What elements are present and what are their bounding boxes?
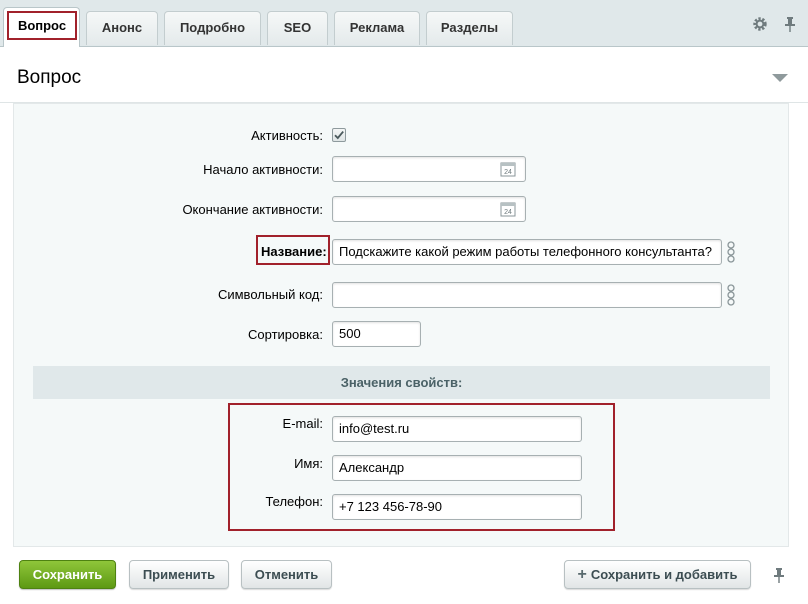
tab-podrobno[interactable]: Подробно bbox=[164, 11, 261, 45]
gear-icon[interactable] bbox=[752, 16, 768, 32]
save-button[interactable]: Сохранить bbox=[19, 560, 116, 589]
tab-razdely-label: Разделы bbox=[440, 20, 499, 35]
sort-label: Сортировка: bbox=[248, 327, 323, 342]
person-name-label: Имя: bbox=[294, 456, 323, 471]
active-to-input[interactable] bbox=[332, 196, 526, 222]
name-label: Название: bbox=[261, 244, 327, 259]
email-input[interactable]: info@test.ru bbox=[332, 416, 582, 442]
calendar-icon[interactable]: 24 bbox=[500, 161, 516, 177]
collapse-arrow-icon[interactable] bbox=[772, 74, 788, 82]
tab-podrobno-label: Подробно bbox=[179, 20, 246, 35]
code-label: Символьный код: bbox=[217, 287, 323, 302]
tab-reklama[interactable]: Реклама bbox=[334, 11, 420, 45]
email-label: E-mail: bbox=[282, 416, 323, 431]
tab-vopros[interactable]: Вопрос bbox=[3, 7, 80, 47]
tab-vopros-label: Вопрос bbox=[17, 18, 67, 33]
tab-vopros-highlight: Вопрос bbox=[7, 11, 77, 40]
activity-label: Активность: bbox=[251, 128, 323, 143]
phone-input[interactable]: +7 123 456-78-90 bbox=[332, 494, 582, 520]
tab-anons[interactable]: Анонс bbox=[86, 11, 158, 45]
active-to-label: Окончание активности: bbox=[182, 202, 323, 217]
person-name-input[interactable]: Александр bbox=[332, 455, 582, 481]
activity-checkbox[interactable] bbox=[332, 128, 346, 142]
active-from-label: Начало активности: bbox=[203, 162, 323, 177]
tab-reklama-label: Реклама bbox=[349, 20, 405, 35]
link-icon[interactable] bbox=[725, 241, 737, 263]
properties-section-title: Значения свойств: bbox=[33, 366, 770, 399]
apply-button[interactable]: Применить bbox=[129, 560, 229, 589]
save-and-add-label: Сохранить и добавить bbox=[590, 567, 738, 582]
save-and-add-button[interactable]: + Сохранить и добавить bbox=[564, 560, 751, 589]
panel-title: Вопрос bbox=[17, 67, 82, 88]
check-icon bbox=[334, 131, 344, 140]
calendar-icon-text: 24 bbox=[504, 169, 512, 176]
panel-header bbox=[0, 47, 808, 103]
name-input[interactable]: Подскажите какой режим работы телефонног… bbox=[332, 239, 722, 265]
tab-bar: Вопрос Анонс Подробно SEO Реклама Раздел… bbox=[0, 0, 808, 47]
code-input[interactable] bbox=[332, 282, 722, 308]
calendar-icon-text: 24 bbox=[504, 209, 512, 216]
active-from-input[interactable] bbox=[332, 156, 526, 182]
cancel-button[interactable]: Отменить bbox=[241, 560, 332, 589]
plus-icon: + bbox=[577, 566, 587, 583]
phone-label: Телефон: bbox=[265, 494, 323, 509]
sort-input[interactable]: 500 bbox=[332, 321, 421, 347]
calendar-icon[interactable]: 24 bbox=[500, 201, 516, 217]
pin-icon[interactable] bbox=[782, 16, 798, 32]
tab-seo-label: SEO bbox=[283, 20, 312, 35]
pin-icon[interactable] bbox=[771, 567, 787, 583]
tab-anons-label: Анонс bbox=[101, 20, 143, 35]
link-icon[interactable] bbox=[725, 284, 737, 306]
tab-seo[interactable]: SEO bbox=[267, 11, 328, 45]
tab-razdely[interactable]: Разделы bbox=[426, 11, 513, 45]
